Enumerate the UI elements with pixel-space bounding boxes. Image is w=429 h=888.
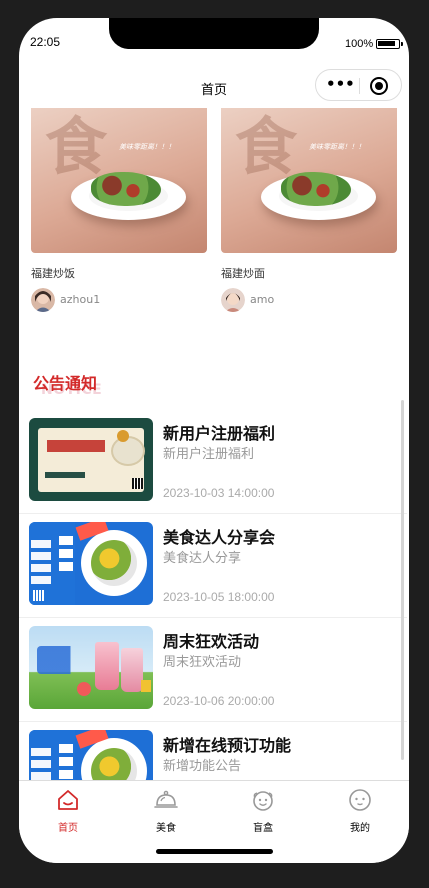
food-author[interactable]: amo <box>221 288 397 312</box>
food-image-tagline: 美味零距离！！！ <box>119 143 175 151</box>
tab-label: 盲盒 <box>253 823 273 834</box>
blind-box-icon <box>251 788 275 812</box>
tab-food[interactable]: 美食 <box>126 785 206 834</box>
list-scrollbar[interactable] <box>401 400 404 760</box>
author-name: amo <box>250 293 275 306</box>
notice-title-text[interactable]: 新增在线预订功能 <box>163 732 291 756</box>
notice-thumbnail[interactable] <box>29 418 153 501</box>
notice-item[interactable]: 周末狂欢活动 周末狂欢活动 2023-10-06 20:00:00 <box>19 618 407 722</box>
capsule-divider <box>359 78 360 94</box>
status-time: 22:05 <box>30 35 61 49</box>
notice-title-text[interactable]: 周末狂欢活动 <box>163 628 259 652</box>
notice-section-heading: NOTICE 公告通知 <box>33 370 143 400</box>
notice-description: 周末狂欢活动 <box>163 655 242 670</box>
close-miniprogram-icon[interactable] <box>370 77 388 95</box>
tab-profile[interactable]: 我的 <box>320 785 400 834</box>
notice-thumbnail[interactable] <box>29 626 153 709</box>
nav-bar: 首页 ••• <box>19 68 409 108</box>
salad-graphic <box>91 172 161 206</box>
notice-description: 新增功能公告 <box>163 759 242 774</box>
food-image[interactable]: 食 美味零距离！！！ <box>31 108 207 253</box>
tab-bar: 首页 美食 盲盒 我的 <box>19 780 409 863</box>
author-name: azhou1 <box>60 293 101 306</box>
notice-thumbnail[interactable] <box>29 522 153 605</box>
mini-program-capsule: ••• <box>315 69 402 101</box>
phone-screen: 22:05 100% 首页 ••• 食 美味零距离！！！ 福建炒饭 azhou1… <box>19 18 409 863</box>
notice-date: 2023-10-06 20:00:00 <box>163 694 275 708</box>
food-title[interactable]: 福建炒饭 <box>31 265 75 281</box>
house-icon <box>56 788 80 812</box>
avatar <box>31 288 55 312</box>
tab-label: 首页 <box>58 823 78 834</box>
notice-date: 2023-10-03 14:00:00 <box>163 486 275 500</box>
food-image-watermark: 食 <box>45 110 108 183</box>
tab-home[interactable]: 首页 <box>28 785 108 834</box>
notice-thumbnail[interactable] <box>29 730 153 780</box>
tab-label: 我的 <box>350 823 370 834</box>
avatar <box>221 288 245 312</box>
notice-title-text[interactable]: 美食达人分享会 <box>163 524 275 548</box>
battery-percent: 100% <box>345 38 374 50</box>
notice-item[interactable]: 美食达人分享会 美食达人分享 2023-10-05 18:00:00 <box>19 514 407 618</box>
main-content[interactable]: 食 美味零距离！！！ 福建炒饭 azhou1 食 美味零距离！！！ 福建炒面 a… <box>19 108 409 780</box>
notice-title-text[interactable]: 新用户注册福利 <box>163 420 275 444</box>
salad-graphic <box>281 172 351 206</box>
more-options-icon[interactable]: ••• <box>326 75 355 93</box>
profile-icon <box>348 788 372 812</box>
battery-icon <box>376 39 403 49</box>
home-indicator[interactable] <box>156 849 273 854</box>
notch <box>109 18 319 49</box>
food-image[interactable]: 食 美味零距离！！！ <box>221 108 397 253</box>
food-image-tagline: 美味零距离！！！ <box>309 143 365 151</box>
food-title[interactable]: 福建炒面 <box>221 265 265 281</box>
tab-blind-box[interactable]: 盲盒 <box>223 785 303 834</box>
notice-item[interactable]: 新用户注册福利 新用户注册福利 2023-10-03 14:00:00 <box>19 410 407 514</box>
notice-date: 2023-10-05 18:00:00 <box>163 590 275 604</box>
notice-description: 新用户注册福利 <box>163 447 255 462</box>
notice-title: 公告通知 <box>33 374 98 393</box>
tab-label: 美食 <box>156 823 176 834</box>
notice-item[interactable]: 新增在线预订功能 新增功能公告 <box>19 722 407 780</box>
food-cover-icon <box>154 788 178 812</box>
notice-description: 美食达人分享 <box>163 551 242 566</box>
food-author[interactable]: azhou1 <box>31 288 207 312</box>
food-image-watermark: 食 <box>235 110 298 183</box>
